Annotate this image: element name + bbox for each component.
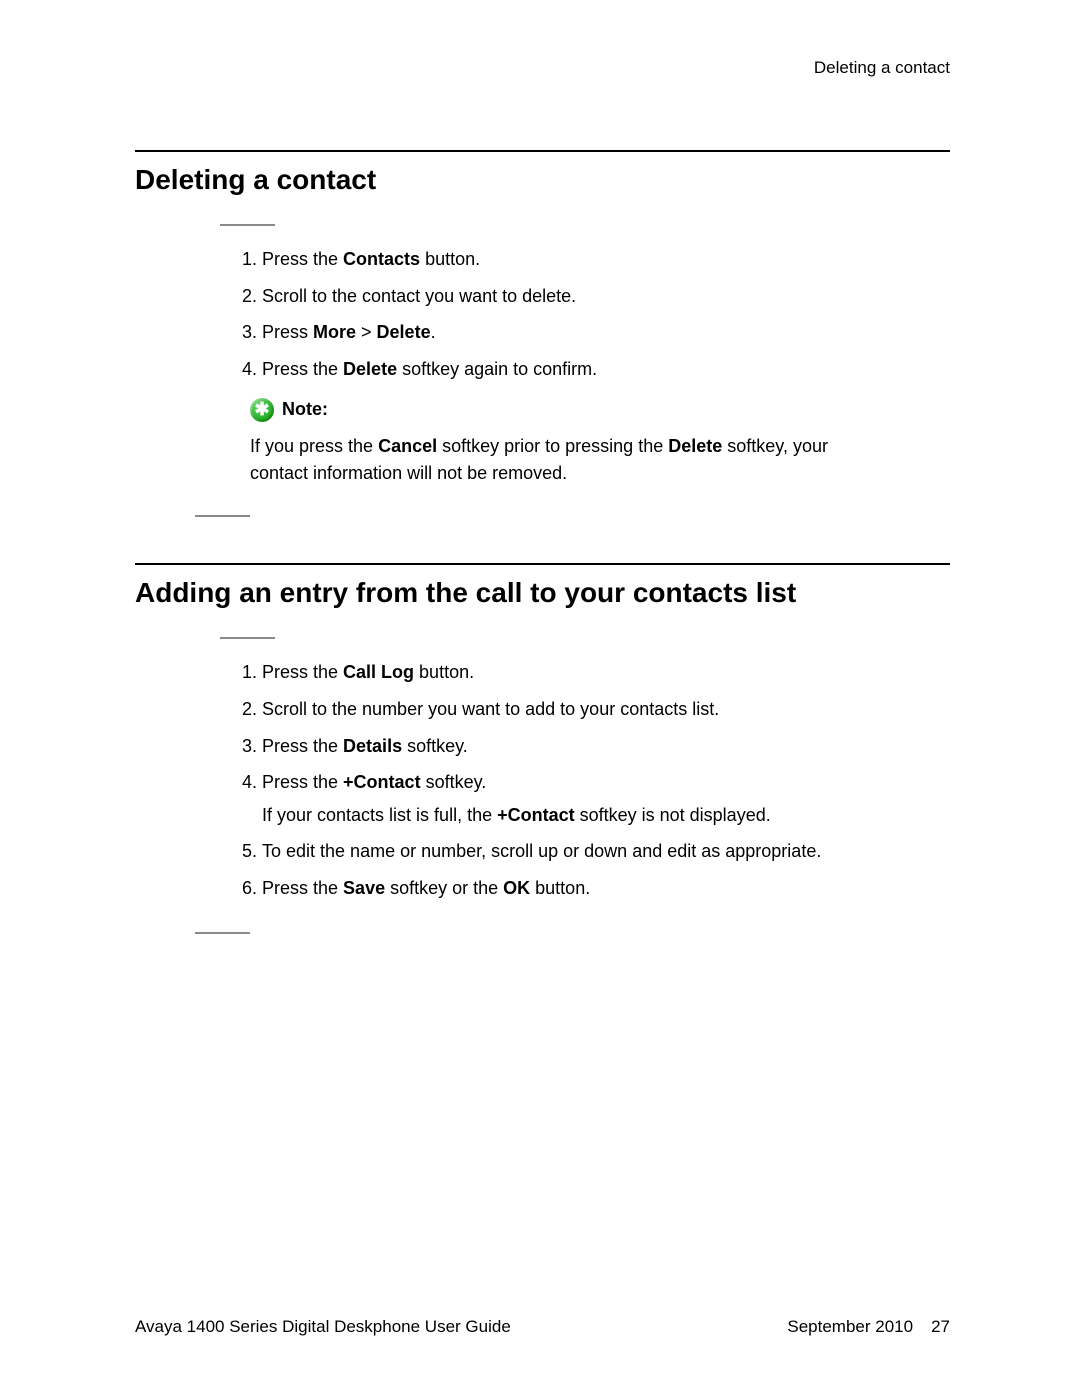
step-text: .	[431, 322, 436, 342]
step-bold: Delete	[377, 322, 431, 342]
step-bold: Details	[343, 736, 402, 756]
step-text: softkey is not displayed.	[575, 805, 771, 825]
step-bold: More	[313, 322, 356, 342]
step-text: button.	[414, 662, 474, 682]
step-subtext: If your contacts list is full, the +Cont…	[262, 800, 950, 831]
step-item: Press the Contacts button.	[262, 244, 950, 275]
steps-end-rule	[195, 515, 250, 517]
step-bold: Delete	[343, 359, 397, 379]
step-item: Press the +Contact softkey. If your cont…	[262, 767, 950, 830]
running-header: Deleting a contact	[814, 58, 950, 78]
section-divider	[135, 150, 950, 152]
step-text: Scroll to the contact you want to delete…	[262, 286, 576, 306]
section-heading-deleting-contact: Deleting a contact	[135, 164, 950, 196]
step-text: softkey.	[402, 736, 468, 756]
step-bold: +Contact	[343, 772, 421, 792]
step-text: Press	[262, 322, 313, 342]
step-text: Press the	[262, 772, 343, 792]
step-text: Press the	[262, 736, 343, 756]
section-heading-adding-entry: Adding an entry from the call to your co…	[135, 577, 950, 609]
footer-right: September 2010 27	[787, 1317, 950, 1337]
step-item: Press the Details softkey.	[262, 731, 950, 762]
page: Deleting a contact Deleting a contact Pr…	[0, 0, 1080, 1397]
step-item: Scroll to the contact you want to delete…	[262, 281, 950, 312]
step-text: Scroll to the number you want to add to …	[262, 699, 719, 719]
section-divider	[135, 563, 950, 565]
step-bold: Save	[343, 878, 385, 898]
steps-start-rule-wrap	[135, 224, 950, 226]
step-text: Press the	[262, 662, 343, 682]
step-item: Press the Call Log button.	[262, 657, 950, 688]
step-text: To edit the name or number, scroll up or…	[262, 841, 821, 861]
step-bold: +Contact	[497, 805, 575, 825]
page-footer: Avaya 1400 Series Digital Deskphone User…	[135, 1317, 950, 1337]
step-text: Press the	[262, 359, 343, 379]
steps-list-adding-entry: Press the Call Log button. Scroll to the…	[220, 657, 950, 903]
step-text: If your contacts list is full, the	[262, 805, 497, 825]
step-bold: OK	[503, 878, 530, 898]
note-text: softkey prior to pressing the	[437, 436, 668, 456]
steps-start-rule	[220, 224, 275, 226]
footer-page-number: 27	[931, 1317, 950, 1337]
footer-doc-title: Avaya 1400 Series Digital Deskphone User…	[135, 1317, 511, 1337]
step-text: softkey.	[421, 772, 487, 792]
step-bold: Call Log	[343, 662, 414, 682]
step-text: Press the	[262, 249, 343, 269]
steps-end-rule-wrap	[135, 932, 950, 934]
steps-start-rule-wrap	[135, 637, 950, 639]
step-item: Press More > Delete.	[262, 317, 950, 348]
step-item: Press the Delete softkey again to confir…	[262, 354, 950, 385]
note-label: Note:	[282, 396, 328, 423]
note-block: ✱ Note: If you press the Cancel softkey …	[250, 396, 950, 487]
steps-end-rule-wrap	[135, 515, 950, 517]
footer-date: September 2010	[787, 1317, 913, 1337]
page-content: Deleting a contact Press the Contacts bu…	[135, 150, 950, 980]
step-text: button.	[530, 878, 590, 898]
step-text: >	[356, 322, 377, 342]
note-bold: Cancel	[378, 436, 437, 456]
steps-list-deleting-contact: Press the Contacts button. Scroll to the…	[220, 244, 950, 384]
steps-start-rule	[220, 637, 275, 639]
step-text: Press the	[262, 878, 343, 898]
step-item: Scroll to the number you want to add to …	[262, 694, 950, 725]
step-text: softkey again to confirm.	[397, 359, 597, 379]
step-item: Press the Save softkey or the OK button.	[262, 873, 950, 904]
note-body: If you press the Cancel softkey prior to…	[250, 433, 890, 487]
step-text: softkey or the	[385, 878, 503, 898]
step-text: button.	[420, 249, 480, 269]
note-asterisk-icon: ✱	[250, 398, 274, 422]
note-header: ✱ Note:	[250, 396, 950, 423]
step-bold: Contacts	[343, 249, 420, 269]
note-text: If you press the	[250, 436, 378, 456]
step-item: To edit the name or number, scroll up or…	[262, 836, 950, 867]
steps-end-rule	[195, 932, 250, 934]
note-bold: Delete	[668, 436, 722, 456]
